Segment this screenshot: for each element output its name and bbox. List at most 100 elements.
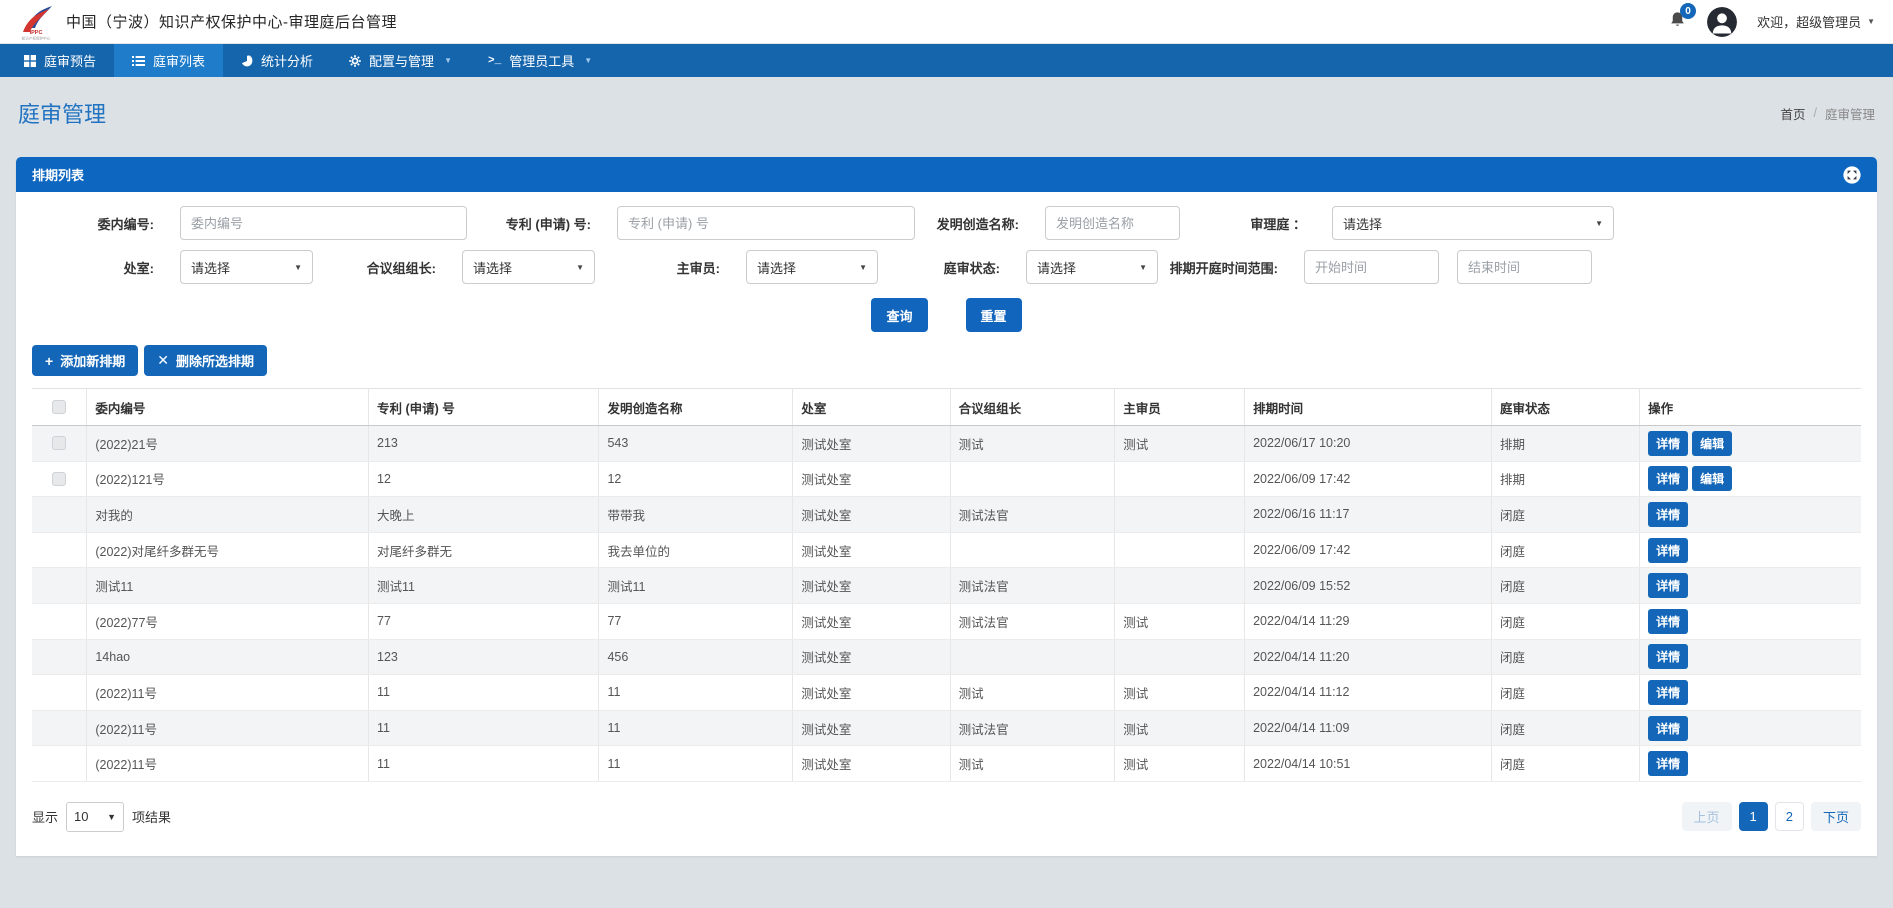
svg-text:IPPC: IPPC: [30, 30, 43, 36]
table-cell: 2022/06/09 15:52: [1245, 568, 1492, 604]
select-all-checkbox[interactable]: [52, 400, 66, 414]
detail-button[interactable]: 详情: [1648, 431, 1688, 456]
table-cell: [950, 461, 1115, 497]
filter-group-time-range: 排期开庭时间范围:: [1158, 250, 1592, 284]
nav-item-trial-list[interactable]: 庭审列表: [114, 44, 223, 77]
invention-name-input[interactable]: [1045, 206, 1180, 240]
terminal-icon: >_: [488, 55, 501, 67]
internal-number-input[interactable]: [180, 206, 467, 240]
table-cell: 测试处室: [793, 603, 950, 639]
table-cell: 543: [599, 426, 793, 462]
table-cell: 测试处室: [793, 639, 950, 675]
add-schedule-button[interactable]: + 添加新排期: [32, 345, 138, 376]
table-cell: [1115, 497, 1245, 533]
breadcrumb: 首页 / 庭审管理: [1780, 104, 1875, 123]
table-cell: 测试法官: [950, 497, 1115, 533]
nav-item-admin-tools[interactable]: >_ 管理员工具 ▼: [470, 44, 610, 77]
table-cell: 测试: [950, 675, 1115, 711]
detail-button[interactable]: 详情: [1648, 573, 1688, 598]
expand-panel-button[interactable]: [1843, 166, 1861, 184]
ippc-logo-icon: IPPC 知识产权保护中心: [18, 3, 56, 41]
chief-judge-select[interactable]: 请选择▼: [746, 250, 878, 284]
table-row: (2022)11号1111测试处室测试测试2022/04/14 11:12闭庭详…: [32, 675, 1861, 711]
department-select[interactable]: 请选择▼: [180, 250, 313, 284]
table-row: (2022)21号213543测试处室测试测试2022/06/17 10:20排…: [32, 426, 1861, 462]
page-size-select[interactable]: 10 ▼: [66, 802, 124, 832]
breadcrumb-separator: /: [1814, 106, 1817, 120]
search-button[interactable]: 查询: [871, 298, 927, 332]
table-cell: [1115, 639, 1245, 675]
page-button-2[interactable]: 2: [1775, 802, 1804, 831]
table-cell: 测试11: [87, 568, 369, 604]
results-label: 项结果: [132, 807, 171, 826]
table-cell: 2022/06/09 17:42: [1245, 532, 1492, 568]
nav-item-label: 管理员工具: [509, 51, 574, 70]
table-cell: (2022)对尾纤多群无号: [87, 532, 369, 568]
edit-button[interactable]: 编辑: [1692, 431, 1732, 456]
show-label: 显示: [32, 807, 58, 826]
nav-item-config-management[interactable]: 配置与管理▼: [331, 44, 470, 77]
court-select[interactable]: 请选择▼: [1332, 206, 1614, 240]
breadcrumb-home-link[interactable]: 首页: [1780, 104, 1805, 123]
patent-number-input[interactable]: [617, 206, 915, 240]
detail-button[interactable]: 详情: [1648, 680, 1688, 705]
table-cell: 排期: [1491, 426, 1639, 462]
table-cell: 测试: [950, 426, 1115, 462]
detail-button[interactable]: 详情: [1648, 609, 1688, 634]
table-cell: 带带我: [599, 497, 793, 533]
row-checkbox[interactable]: [52, 436, 66, 450]
table-cell: 11: [599, 746, 793, 782]
table-cell: 14hao: [87, 639, 369, 675]
trial-status-select[interactable]: 请选择▼: [1026, 250, 1158, 284]
table-cell: 闭庭: [1491, 603, 1639, 639]
table-cell: 2022/04/14 11:20: [1245, 639, 1492, 675]
table-cell: (2022)11号: [87, 675, 369, 711]
table-cell: 排期: [1491, 461, 1639, 497]
chevron-down-icon: ▼: [1867, 17, 1875, 26]
table-row: 对我的大晚上带带我测试处室测试法官2022/06/16 11:17闭庭详情: [32, 497, 1861, 533]
nav-item-statistics[interactable]: 统计分析: [223, 44, 331, 77]
next-page-button[interactable]: 下页: [1811, 802, 1861, 831]
delete-selected-button[interactable]: ✕ 删除所选排期: [144, 345, 267, 376]
detail-button[interactable]: 详情: [1648, 716, 1688, 741]
page-button-1[interactable]: 1: [1739, 802, 1768, 831]
table-cell: 我去单位的: [599, 532, 793, 568]
panel-leader-select[interactable]: 请选择▼: [462, 250, 595, 284]
table-cell: [1115, 568, 1245, 604]
schedule-panel: 排期列表 委内编号:专利 (申请) 号:发明创造名称:审理庭 ：请选择▼处室:请…: [16, 157, 1877, 856]
table-cell: 测试: [1115, 746, 1245, 782]
invention-name-label: 发明创造名称:: [915, 214, 1045, 233]
table-cell: [950, 532, 1115, 568]
chevron-down-icon: ▼: [584, 56, 592, 65]
chevron-down-icon: ▼: [576, 263, 584, 272]
filter-group-trial-status: 庭审状态:请选择▼: [878, 250, 1158, 284]
detail-button[interactable]: 详情: [1648, 466, 1688, 491]
table-cell: 77: [369, 603, 599, 639]
edit-button[interactable]: 编辑: [1692, 466, 1732, 491]
row-checkbox[interactable]: [52, 472, 66, 486]
reset-button[interactable]: 重置: [966, 298, 1022, 332]
user-menu[interactable]: 欢迎，超级管理员 ▼: [1757, 12, 1875, 31]
chevron-down-icon: ▼: [859, 263, 867, 272]
table-cell: 12: [369, 461, 599, 497]
detail-button[interactable]: 详情: [1648, 751, 1688, 776]
filter-group-panel-leader: 合议组组长:请选择▼: [313, 250, 595, 284]
detail-button[interactable]: 详情: [1648, 538, 1688, 563]
time-range-end-input[interactable]: [1457, 250, 1592, 284]
panel-title: 排期列表: [32, 165, 84, 184]
detail-button[interactable]: 详情: [1648, 502, 1688, 527]
filter-group-department: 处室:请选择▼: [32, 250, 313, 284]
time-range-start-input[interactable]: [1304, 250, 1439, 284]
notifications-button[interactable]: 0: [1668, 10, 1687, 33]
nav-item-schedule-preview[interactable]: 庭审预告: [6, 44, 114, 77]
avatar[interactable]: [1707, 7, 1737, 37]
plus-icon: +: [45, 353, 53, 369]
detail-button[interactable]: 详情: [1648, 644, 1688, 669]
table-cell: 11: [369, 746, 599, 782]
table-cell: 11: [369, 710, 599, 746]
filter-group-invention-name: 发明创造名称:: [915, 206, 1180, 240]
time-range-label: 排期开庭时间范围:: [1158, 258, 1304, 277]
table-row: (2022)77号7777测试处室测试法官测试2022/04/14 11:29闭…: [32, 603, 1861, 639]
prev-page-button[interactable]: 上页: [1682, 802, 1732, 831]
table-cell: 77: [599, 603, 793, 639]
